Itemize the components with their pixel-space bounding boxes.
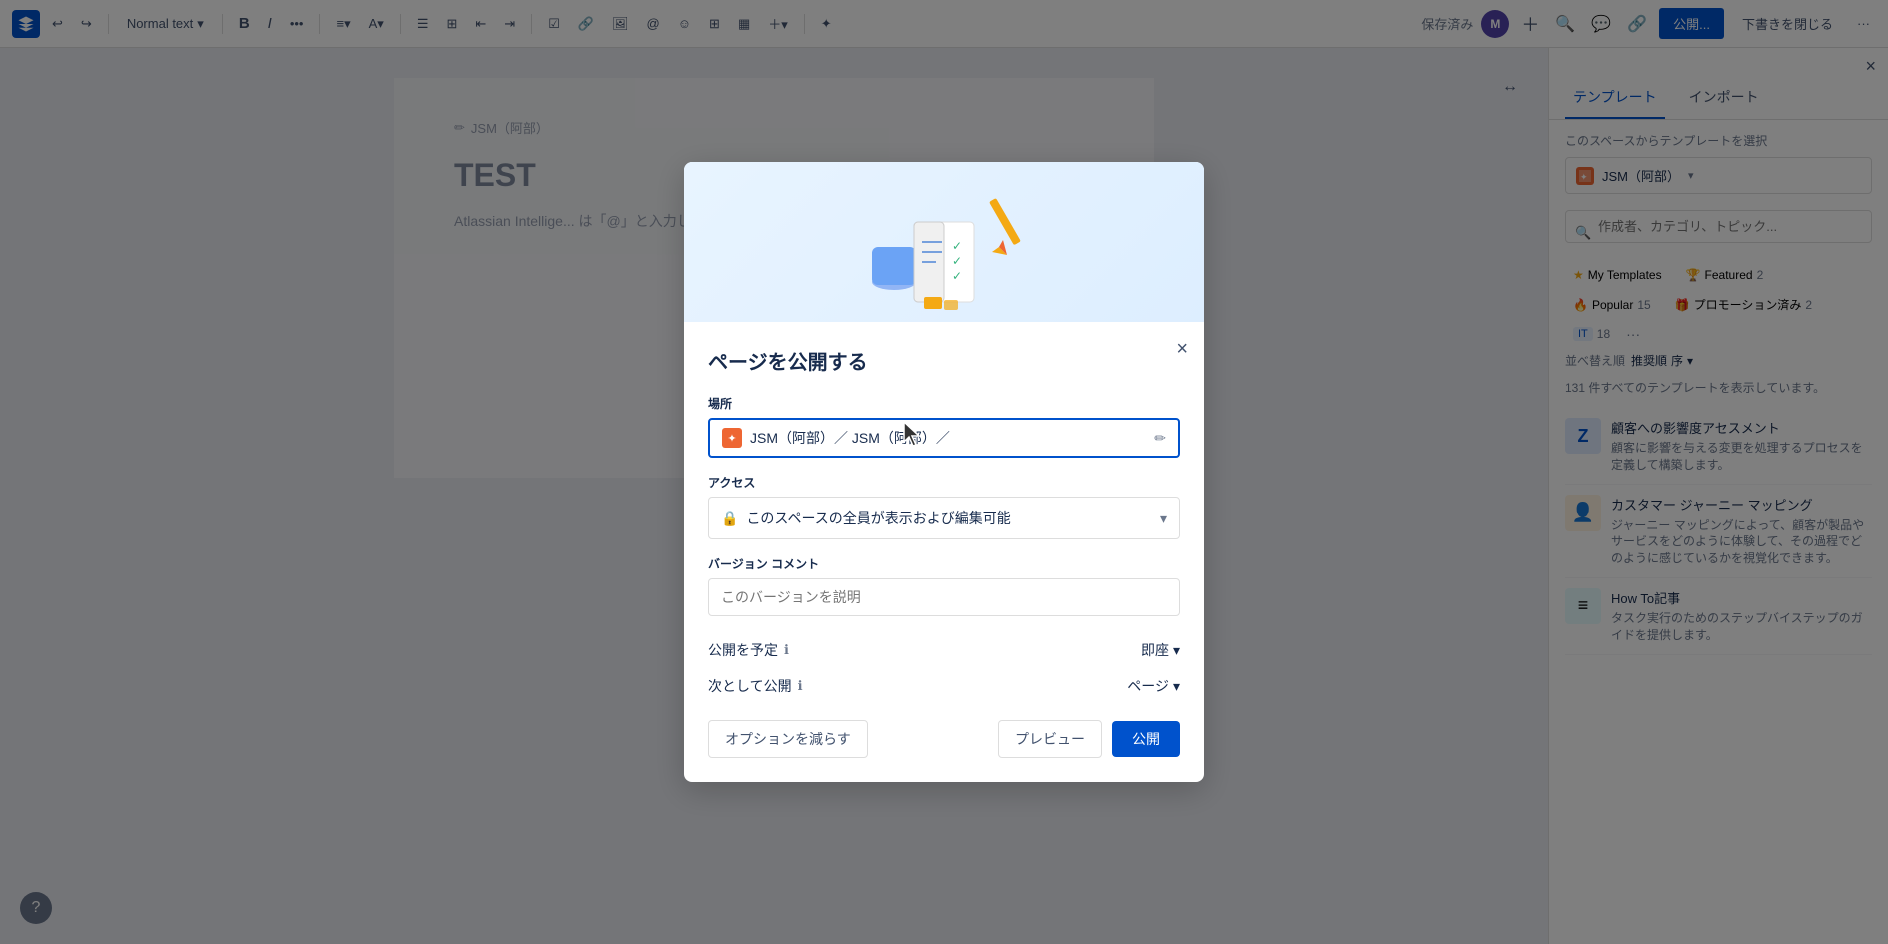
modal-overlay: ✓ ✓ ✓ ページを公開する × 場所 ✦ — [0, 0, 1888, 944]
access-value: このスペースの全員が表示および編集可能 — [746, 508, 1010, 528]
location-label: 場所 — [708, 395, 1180, 412]
schedule-label: 公開を予定 — [708, 640, 778, 660]
svg-text:✓: ✓ — [952, 239, 962, 253]
svg-text:✓: ✓ — [952, 269, 962, 283]
modal-footer-right: プレビュー 公開 — [998, 720, 1180, 758]
publish-as-label-group: 次として公開 ℹ — [708, 676, 803, 696]
schedule-value: 即座 — [1141, 640, 1169, 660]
schedule-label-group: 公開を予定 ℹ — [708, 640, 789, 660]
publish-modal: ✓ ✓ ✓ ページを公開する × 場所 ✦ — [684, 162, 1204, 782]
modal-illustration: ✓ ✓ ✓ — [684, 162, 1204, 322]
location-value: JSM（阿部）／ JSM（阿部）／ — [750, 428, 950, 448]
schedule-value-dropdown[interactable]: 即座 ▾ — [1141, 640, 1180, 660]
location-edit-icon[interactable]: ✏ — [1154, 430, 1166, 447]
modal-title: ページを公開する — [708, 346, 868, 375]
publish-button[interactable]: 公開 — [1112, 721, 1180, 757]
access-field-group: アクセス 🔒 このスペースの全員が表示および編集可能 ▾ — [708, 474, 1180, 539]
access-select[interactable]: 🔒 このスペースの全員が表示および編集可能 ▾ — [708, 497, 1180, 539]
modal-footer: オプションを減らす プレビュー 公開 — [708, 720, 1180, 758]
location-field[interactable]: ✦ JSM（阿部）／ JSM（阿部）／ ✏ — [708, 418, 1180, 458]
book-illustration-svg: ✓ ✓ ✓ — [844, 172, 1044, 312]
modal-title-row: ページを公開する × — [708, 346, 1180, 375]
schedule-chevron-icon: ▾ — [1173, 642, 1180, 659]
access-label: アクセス — [708, 474, 1180, 491]
location-field-group: 場所 ✦ JSM（阿部）／ JSM（阿部）／ ✏ — [708, 395, 1180, 458]
lock-icon: 🔒 — [721, 510, 738, 527]
modal-body: ページを公開する × 場所 ✦ JSM（阿部）／ JSM（阿部）／ ✏ アクセス… — [684, 322, 1204, 782]
publish-as-label: 次として公開 — [708, 676, 792, 696]
publish-as-chevron-icon: ▾ — [1173, 678, 1180, 695]
publish-as-dropdown[interactable]: ページ ▾ — [1127, 676, 1180, 696]
publish-as-value: ページ — [1127, 676, 1169, 696]
location-space-icon: ✦ — [722, 428, 742, 448]
access-chevron-icon: ▾ — [1160, 510, 1167, 527]
modal-close-button[interactable]: × — [1176, 338, 1188, 361]
publish-as-row: 次として公開 ℹ ページ ▾ — [708, 668, 1180, 704]
schedule-row: 公開を予定 ℹ 即座 ▾ — [708, 632, 1180, 668]
version-comment-label: バージョン コメント — [708, 555, 1180, 572]
preview-button[interactable]: プレビュー — [998, 720, 1102, 758]
version-comment-group: バージョン コメント — [708, 555, 1180, 616]
reduce-options-button[interactable]: オプションを減らす — [708, 720, 868, 758]
schedule-info-icon[interactable]: ℹ — [784, 642, 789, 658]
version-comment-input[interactable] — [708, 578, 1180, 616]
publish-as-info-icon[interactable]: ℹ — [798, 678, 803, 694]
svg-text:✓: ✓ — [952, 254, 962, 268]
